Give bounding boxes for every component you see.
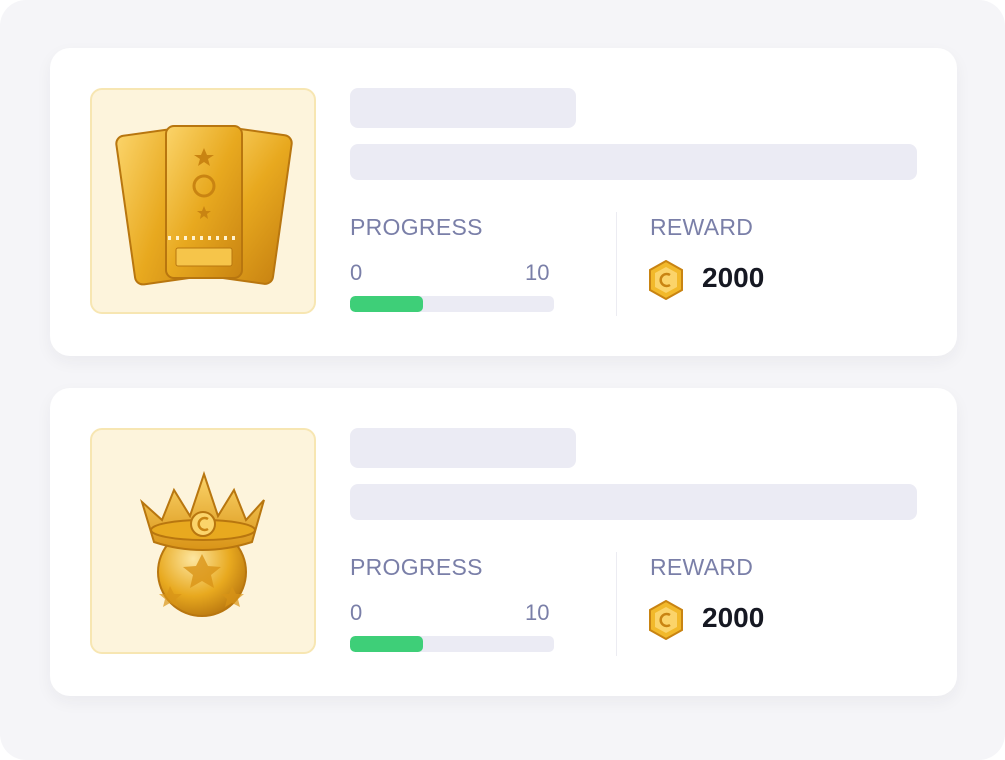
task-description-placeholder xyxy=(350,484,917,520)
golden-tickets-icon xyxy=(115,125,293,286)
task-card[interactable]: PROGRESS 0 10 REWARD 2000 xyxy=(50,48,957,356)
progress-label: PROGRESS xyxy=(350,554,483,580)
reward-value: 2000 xyxy=(702,262,765,293)
reward-label: REWARD xyxy=(650,214,754,240)
task-title-placeholder xyxy=(350,88,576,128)
progress-max: 10 xyxy=(525,260,550,285)
task-description-placeholder xyxy=(350,144,917,180)
progress-bar-fill xyxy=(350,296,424,312)
divider xyxy=(616,212,617,316)
task-image xyxy=(90,428,316,654)
progress-bar xyxy=(350,636,554,652)
crowned-football-icon xyxy=(140,470,265,617)
progress-max: 10 xyxy=(525,600,550,625)
progress-min: 0 xyxy=(350,260,363,285)
divider xyxy=(616,552,617,656)
progress-min: 0 xyxy=(350,600,363,625)
reward-label: REWARD xyxy=(650,554,754,580)
progress-label: PROGRESS xyxy=(350,214,483,240)
task-card[interactable]: PROGRESS 0 10 REWARD 2000 xyxy=(50,388,957,696)
progress-bar xyxy=(350,296,554,312)
reward-value: 2000 xyxy=(702,602,765,633)
task-title-placeholder xyxy=(350,428,576,468)
progress-bar-fill xyxy=(350,636,424,652)
task-image xyxy=(90,88,316,314)
gold-coin-icon xyxy=(649,260,683,300)
task-list-frame: PROGRESS 0 10 REWARD 2000 PROGRESS 0 10 … xyxy=(0,0,1005,760)
gold-coin-icon xyxy=(649,600,683,640)
